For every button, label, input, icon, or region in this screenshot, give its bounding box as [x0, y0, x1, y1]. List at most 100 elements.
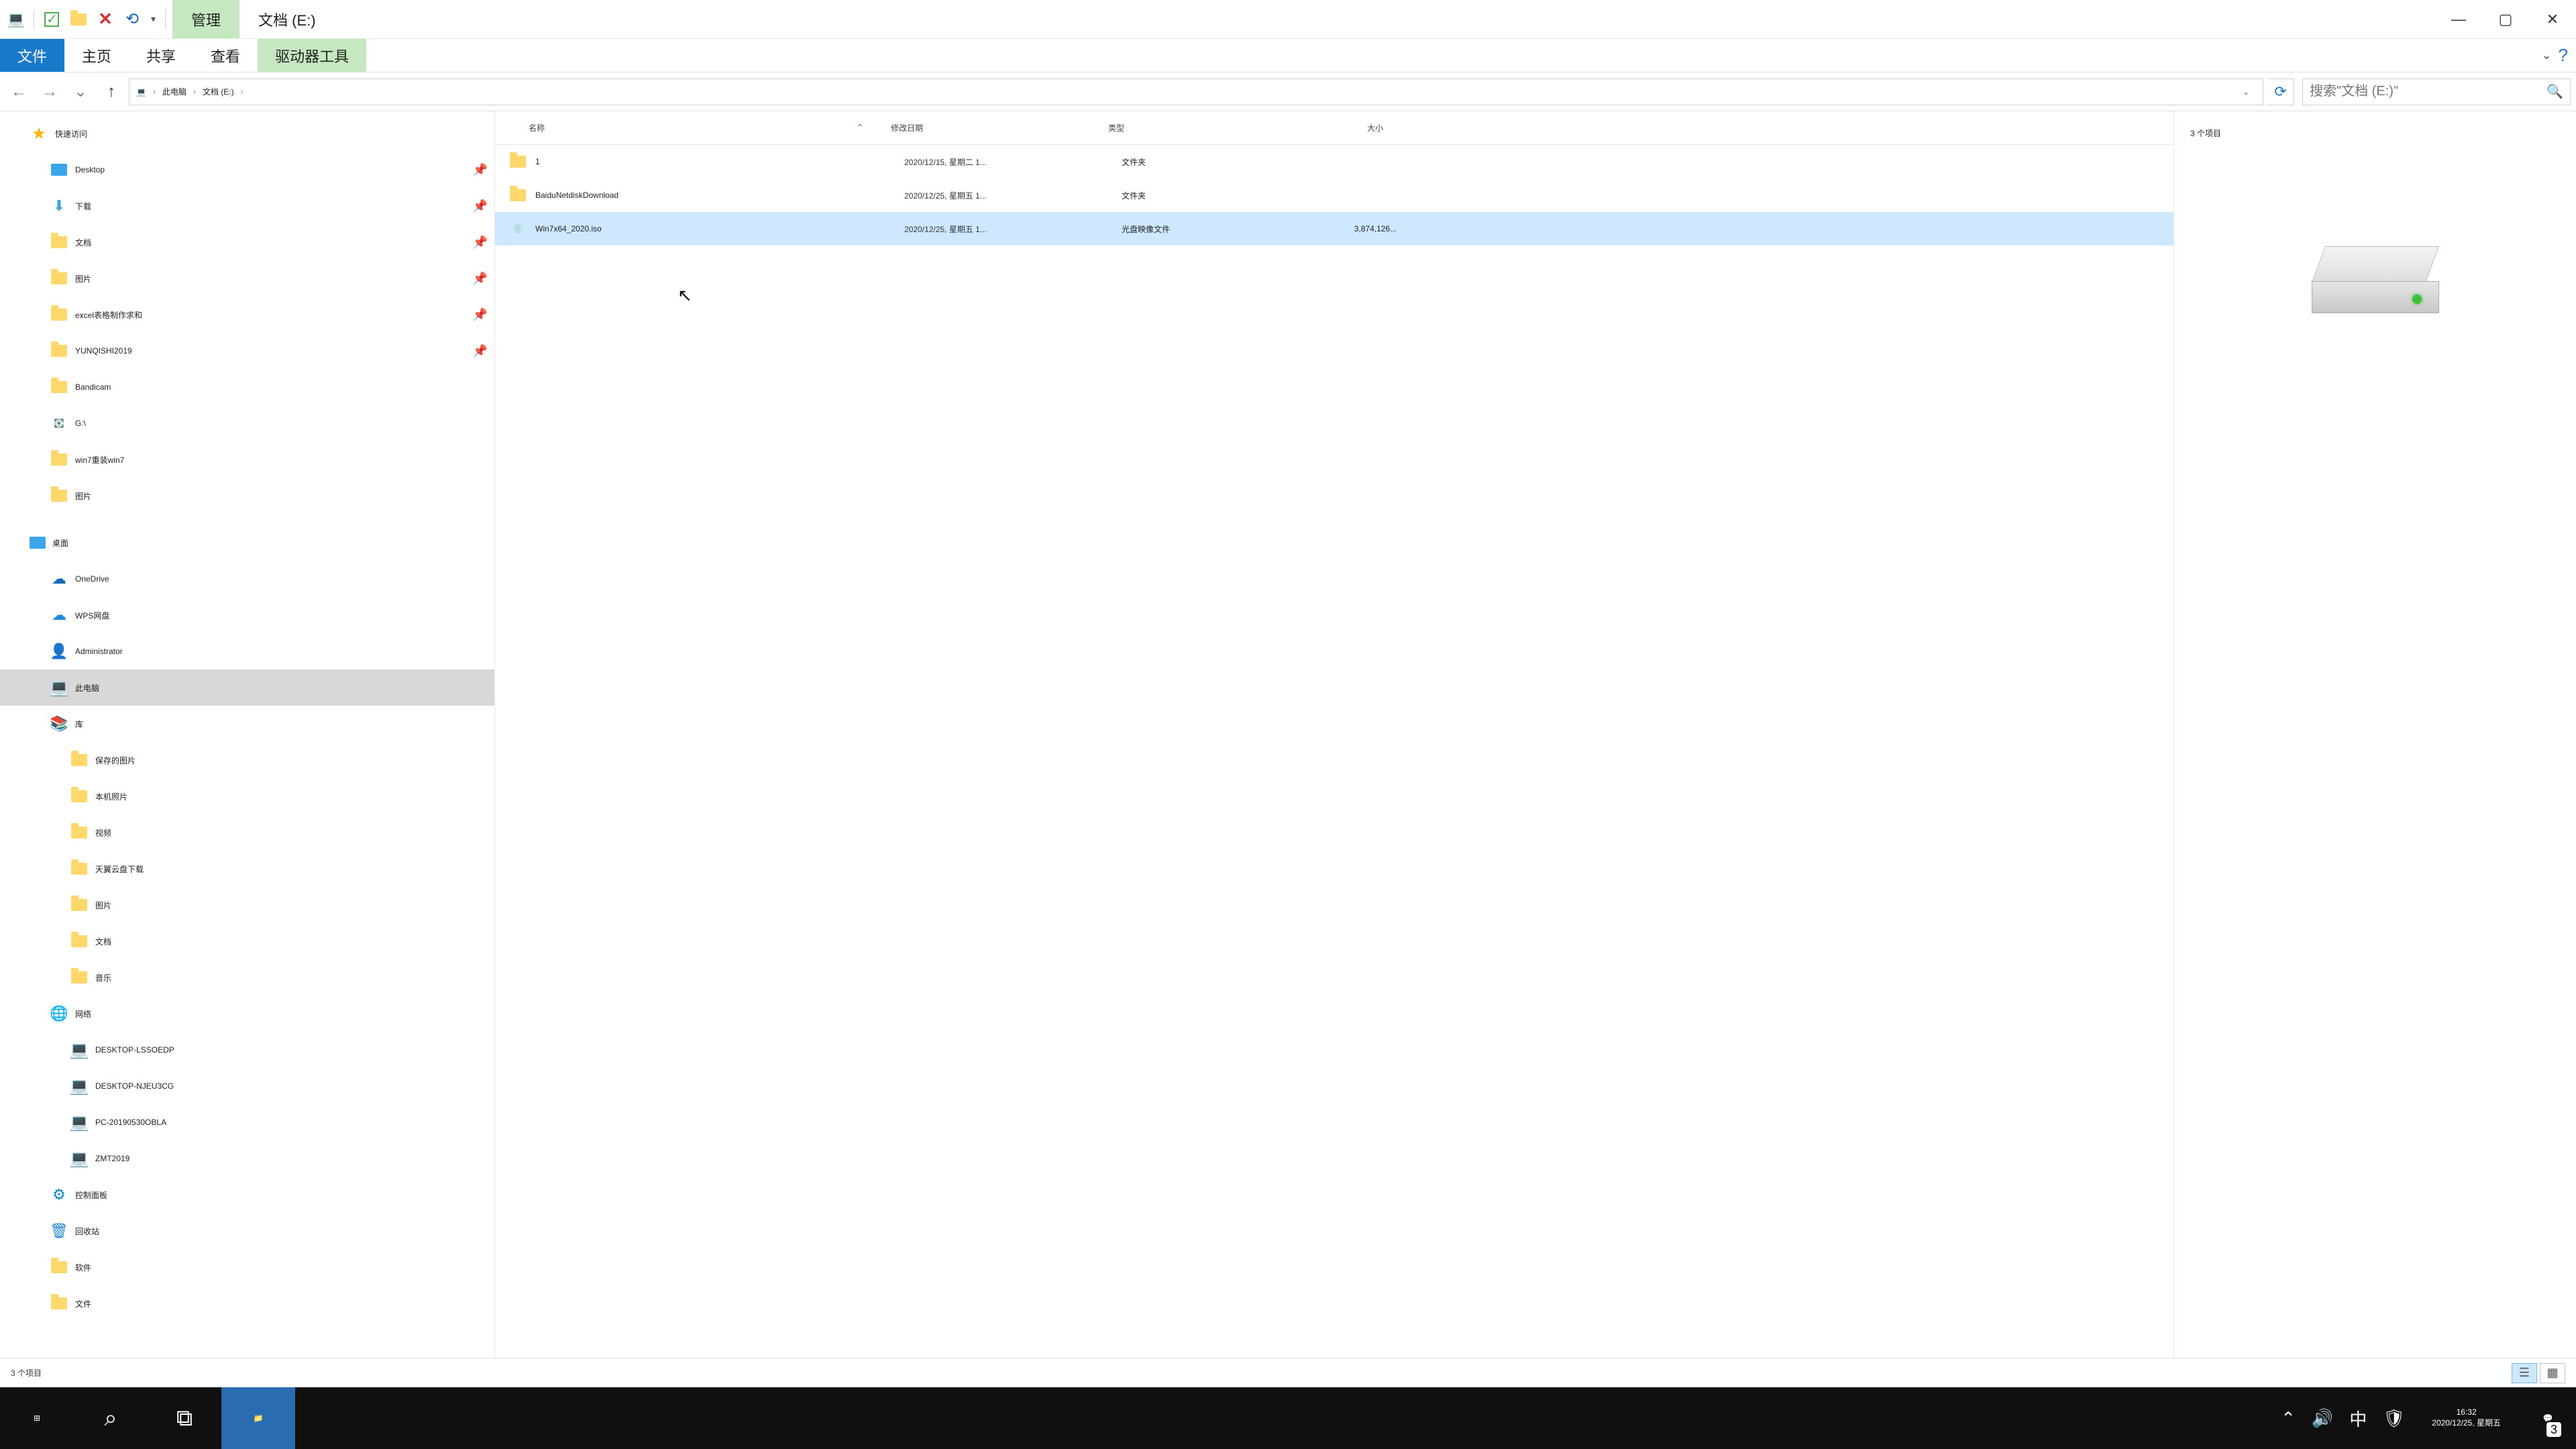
security-icon[interactable]: 🛡	[2383, 1408, 2405, 1429]
status-bar: 3 个项目 ☰ ▦	[0, 1358, 2576, 1387]
crumb-this-pc[interactable]: 此电脑	[162, 86, 186, 97]
qat-properties-icon[interactable]	[40, 7, 64, 32]
nav-quick-item[interactable]: 图片📌	[0, 260, 494, 297]
ime-indicator[interactable]: 中	[2349, 1406, 2367, 1431]
ribbon-tab-file[interactable]: 文件	[0, 39, 64, 72]
search-box[interactable]: 🔍	[2302, 78, 2571, 105]
nav-quick-item[interactable]: 图片	[0, 478, 494, 514]
nav-item[interactable]: 💻PC-20190530OBLA	[0, 1104, 494, 1140]
nav-quick-item[interactable]: Bandicam	[0, 369, 494, 405]
nav-forward-button[interactable]: →	[36, 78, 63, 105]
drive-icon	[2312, 246, 2439, 313]
column-header-type[interactable]: 类型	[1108, 122, 1289, 133]
nav-item[interactable]: 文件	[0, 1285, 494, 1322]
nav-quick-item[interactable]: win7重装win7	[0, 441, 494, 478]
file-row[interactable]: 💿Win7x64_2020.iso2020/12/25, 星期五 1...光盘映…	[495, 212, 2174, 246]
nav-item[interactable]: 👤Administrator	[0, 633, 494, 669]
breadcrumb[interactable]: 💻 › 此电脑 › 文档 (E:) › ⌄	[129, 78, 2263, 105]
wps-icon: ☁	[50, 606, 68, 625]
nav-up-button[interactable]: ↑	[98, 78, 125, 105]
notification-badge: 3	[2546, 1422, 2561, 1437]
pc-icon: 💻	[70, 1113, 89, 1132]
nav-item[interactable]: 💻此电脑	[0, 669, 494, 706]
taskbar-explorer[interactable]: 📁	[221, 1387, 295, 1449]
nav-quick-item[interactable]: Desktop📌	[0, 152, 494, 188]
pc-icon: 💻	[70, 1040, 89, 1059]
nav-quick-access[interactable]: ★ 快速访问	[0, 115, 494, 152]
address-bar-row: ← → ⌄ ↑ 💻 › 此电脑 › 文档 (E:) › ⌄ ⟳ 🔍	[0, 72, 2576, 111]
file-row[interactable]: 12020/12/15, 星期二 1...文件夹	[495, 145, 2174, 178]
nav-quick-item[interactable]: excel表格制作求和📌	[0, 297, 494, 333]
refresh-button[interactable]: ⟳	[2267, 78, 2294, 105]
ribbon-tab-drive-tools[interactable]: 驱动器工具	[258, 39, 366, 72]
nav-item[interactable]: 软件	[0, 1249, 494, 1285]
qat-delete-icon[interactable]: ✕	[93, 7, 117, 32]
file-row[interactable]: BaiduNetdiskDownload2020/12/25, 星期五 1...…	[495, 178, 2174, 212]
nav-item[interactable]: 💻DESKTOP-LSSOEDP	[0, 1032, 494, 1068]
pc-icon: 💻	[70, 1149, 89, 1168]
ribbon-tab-home[interactable]: 主页	[64, 39, 129, 72]
nav-item[interactable]: 图片	[0, 887, 494, 923]
nav-item[interactable]: 视频	[0, 814, 494, 851]
chevron-right-icon[interactable]: ›	[189, 87, 200, 97]
nav-quick-item[interactable]: YUNQISHI2019📌	[0, 333, 494, 369]
maximize-button[interactable]: ▢	[2482, 0, 2529, 38]
nav-quick-item[interactable]: 文档📌	[0, 224, 494, 260]
help-icon[interactable]: ?	[2559, 45, 2568, 66]
nav-item[interactable]: 💻ZMT2019	[0, 1140, 494, 1177]
nav-item[interactable]: ⚙控制面板	[0, 1177, 494, 1213]
nav-item[interactable]: 📚库	[0, 706, 494, 742]
nav-item[interactable]: 本机照片	[0, 778, 494, 814]
folder-icon	[50, 269, 68, 288]
nav-item[interactable]: 保存的图片	[0, 742, 494, 778]
nav-back-button[interactable]: ←	[5, 78, 32, 105]
ribbon-collapse-icon[interactable]: ⌄	[2541, 48, 2551, 62]
nav-quick-item[interactable]: 💽G:\	[0, 405, 494, 441]
taskbar-clock[interactable]: 16:32 2020/12/25, 星期五	[2421, 1407, 2512, 1428]
nav-item[interactable]: 音乐	[0, 959, 494, 996]
nav-item[interactable]: 🌐网络	[0, 996, 494, 1032]
nav-item-label: 本机照片	[95, 791, 127, 802]
close-button[interactable]: ✕	[2529, 0, 2576, 38]
nav-item[interactable]: 天翼云盘下载	[0, 851, 494, 887]
search-input[interactable]	[2310, 84, 2546, 99]
folder-icon	[70, 859, 89, 878]
nav-item-label: excel表格制作求和	[75, 309, 142, 321]
nav-desktop-root[interactable]: 桌面	[0, 525, 494, 561]
qat-customize-dropdown[interactable]: ▾	[147, 13, 160, 25]
nav-item[interactable]: ☁WPS网盘	[0, 597, 494, 633]
view-details-button[interactable]: ☰	[2512, 1363, 2537, 1383]
action-center-button[interactable]: 💬 3	[2528, 1387, 2568, 1449]
download-icon: ⬇	[50, 197, 68, 215]
nav-item[interactable]: 🗑回收站	[0, 1213, 494, 1249]
qat-new-folder-icon[interactable]	[66, 7, 91, 32]
search-icon[interactable]: 🔍	[2546, 83, 2563, 100]
ribbon-tab-share[interactable]: 共享	[129, 39, 193, 72]
chevron-right-icon[interactable]: ›	[237, 87, 248, 97]
nav-item[interactable]: 文档	[0, 923, 494, 959]
chevron-right-icon[interactable]: ›	[149, 87, 160, 97]
nav-item-label: 下载	[75, 201, 91, 212]
tray-overflow-icon[interactable]: ⌃	[2281, 1408, 2296, 1429]
file-rows[interactable]: 12020/12/15, 星期二 1...文件夹BaiduNetdiskDown…	[495, 145, 2174, 1358]
start-button[interactable]: ⊞	[0, 1387, 74, 1449]
crumb-drive-e[interactable]: 文档 (E:)	[203, 86, 234, 97]
navigation-pane[interactable]: ★ 快速访问 Desktop📌⬇下载📌文档📌图片📌excel表格制作求和📌YUN…	[0, 111, 495, 1358]
folder-icon	[70, 787, 89, 806]
task-view-button[interactable]: ⧉	[148, 1387, 221, 1449]
column-header-name[interactable]: 名称 ⌃	[495, 122, 891, 133]
volume-icon[interactable]: 🔊	[2312, 1408, 2333, 1429]
app-icon[interactable]: 💻	[4, 7, 28, 32]
taskbar-search-button[interactable]: ⌕	[74, 1387, 148, 1449]
qat-undo-icon[interactable]: ⟲	[120, 7, 144, 32]
minimize-button[interactable]: —	[2435, 0, 2482, 38]
nav-recent-dropdown[interactable]: ⌄	[67, 78, 94, 105]
nav-item[interactable]: ☁OneDrive	[0, 561, 494, 597]
view-large-icons-button[interactable]: ▦	[2540, 1363, 2565, 1383]
nav-item[interactable]: 💻DESKTOP-NJEU3CG	[0, 1068, 494, 1104]
column-header-date[interactable]: 修改日期	[891, 122, 1108, 133]
column-header-size[interactable]: 大小	[1289, 122, 1397, 133]
ribbon-tab-view[interactable]: 查看	[193, 39, 258, 72]
breadcrumb-history-dropdown[interactable]: ⌄	[2236, 87, 2256, 97]
nav-quick-item[interactable]: ⬇下载📌	[0, 188, 494, 224]
